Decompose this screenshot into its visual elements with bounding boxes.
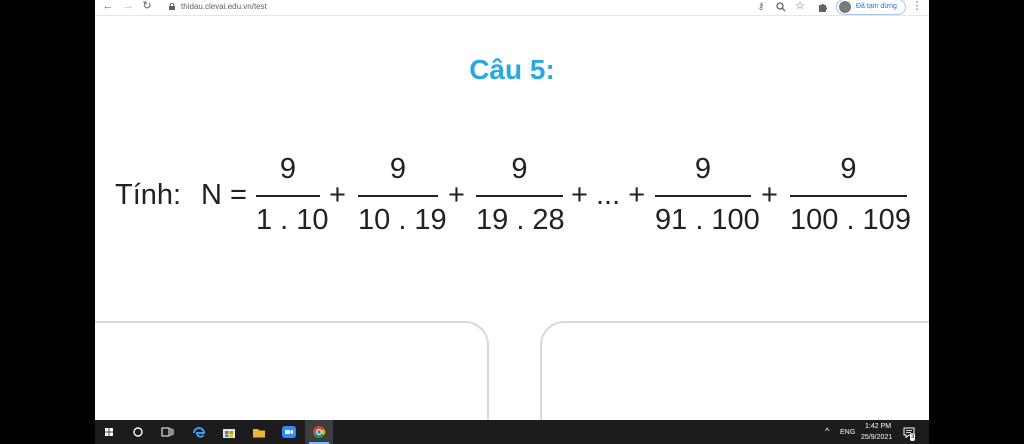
taskbar: ^ ENG 1:42 PM 25/9/2021 3	[95, 420, 929, 444]
language-indicator[interactable]: ENG	[840, 428, 855, 437]
chevron-up-icon[interactable]: ^	[825, 427, 829, 436]
fraction: 9 100 . 109	[790, 150, 911, 245]
operator: +	[329, 179, 346, 211]
browser-toolbar: ← → ↻ thidau.clevai.edu.vn/test ⚷ ☆ Đã t…	[95, 0, 929, 16]
screen: ← → ↻ thidau.clevai.edu.vn/test ⚷ ☆ Đã t…	[95, 0, 929, 444]
menu-icon[interactable]: ⋮	[910, 0, 924, 14]
avatar	[839, 1, 851, 13]
file-explorer-icon[interactable]	[245, 420, 273, 444]
fraction-numerator: 9	[840, 153, 857, 185]
fraction-bar	[790, 195, 907, 197]
edge-icon[interactable]	[185, 420, 213, 444]
profile-label: Đã tạm dừng	[856, 3, 897, 10]
fraction-numerator: 9	[389, 153, 407, 185]
fraction: 9 19 . 28	[476, 150, 565, 245]
page-title: Câu 5:	[469, 54, 555, 85]
search-icon[interactable]	[124, 420, 152, 444]
operator: +	[448, 179, 465, 211]
fraction-denominator: 10 . 19	[358, 204, 447, 236]
fraction-denominator: 100 . 109	[790, 204, 911, 236]
forward-icon[interactable]: →	[121, 0, 135, 14]
back-icon[interactable]: ←	[101, 0, 115, 14]
fraction-denominator: 91 . 100	[655, 204, 760, 236]
fraction-denominator: 1 . 10	[256, 204, 329, 236]
address-bar[interactable]: thidau.clevai.edu.vn/test	[181, 1, 267, 13]
fraction-bar	[358, 195, 438, 197]
extensions-icon[interactable]	[818, 2, 828, 12]
zoom-app-icon[interactable]	[275, 420, 303, 444]
clock-time[interactable]: 1:42 PM	[865, 422, 891, 431]
zoom-icon[interactable]	[776, 2, 786, 12]
fraction: 9 10 . 19	[358, 150, 447, 245]
fraction-bar	[256, 195, 320, 197]
store-icon[interactable]	[215, 420, 243, 444]
chrome-icon[interactable]	[305, 420, 333, 444]
fraction-numerator: 9	[694, 153, 712, 185]
fraction: 9 1 . 10	[256, 150, 329, 245]
fraction-numerator: 9	[279, 153, 297, 185]
formula-label: Tính:	[115, 179, 182, 211]
lock-icon[interactable]	[169, 3, 175, 10]
formula-lhs: N =	[201, 179, 247, 211]
fraction-bar	[655, 195, 751, 197]
clock-date[interactable]: 25/9/2021	[861, 433, 892, 442]
windows-start-icon[interactable]	[95, 420, 123, 444]
notification-badge: 3	[910, 433, 916, 441]
task-view-icon[interactable]	[153, 420, 181, 444]
reload-icon[interactable]: ↻	[140, 0, 154, 14]
profile-button[interactable]: Đã tạm dừng	[836, 0, 906, 15]
fraction-bar	[476, 195, 563, 197]
operator: +	[761, 179, 778, 211]
fraction: 9 91 . 100	[655, 150, 760, 245]
star-icon[interactable]: ☆	[793, 0, 807, 14]
fraction-numerator: 9	[511, 153, 528, 185]
fraction-denominator: 19 . 28	[476, 204, 565, 236]
key-icon[interactable]: ⚷	[754, 0, 768, 14]
operator-ellipsis: + ... +	[571, 179, 646, 211]
